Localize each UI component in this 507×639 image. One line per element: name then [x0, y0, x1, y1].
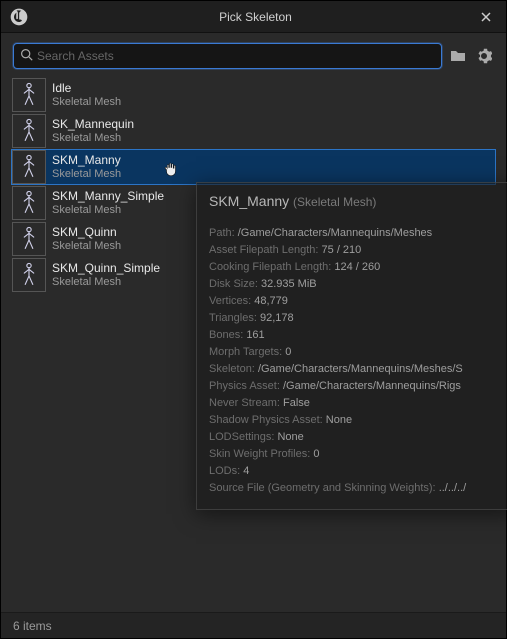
tooltip-value: 92,178 — [260, 312, 294, 324]
asset-type: Skeletal Mesh — [52, 96, 121, 110]
tooltip-key: Skin Weight Profiles: — [209, 448, 310, 460]
asset-thumbnail — [12, 258, 46, 292]
tooltip-key: Source File (Geometry and Skinning Weigh… — [209, 482, 436, 494]
tooltip-key: Triangles: — [209, 312, 257, 324]
tooltip-row: Path: /Game/Characters/Mannequins/Meshes — [209, 225, 503, 242]
tooltip-key: Physics Asset: — [209, 380, 280, 392]
footer: 6 items — [1, 612, 506, 638]
unreal-logo-icon — [9, 7, 29, 27]
tooltip-key: Bones: — [209, 329, 243, 341]
save-folder-button[interactable] — [448, 46, 468, 66]
asset-type: Skeletal Mesh — [52, 168, 121, 182]
tooltip-value: 161 — [246, 329, 264, 341]
close-button[interactable] — [474, 5, 498, 29]
tooltip-key: Skeleton: — [209, 363, 255, 375]
tooltip-row: Vertices: 48,779 — [209, 293, 503, 310]
item-count-label: 6 items — [13, 619, 52, 633]
asset-name: SK_Mannequin — [52, 117, 134, 132]
item-text: SKM_Manny_Simple Skeletal Mesh — [52, 189, 164, 218]
tooltip-key: Never Stream: — [209, 397, 280, 409]
asset-name: SKM_Quinn_Simple — [52, 261, 160, 276]
tooltip-asset-type: (Skeletal Mesh) — [293, 195, 376, 209]
tooltip-key: Path: — [209, 227, 235, 239]
tooltip-value: ../../../ — [439, 482, 467, 494]
tooltip-key: Asset Filepath Length: — [209, 244, 318, 256]
tooltip-value: False — [283, 397, 310, 409]
tooltip-value: /Game/Characters/Mannequins/Rigs — [283, 380, 461, 392]
tooltip-value: None — [277, 431, 303, 443]
asset-name: Idle — [52, 81, 121, 96]
tooltip-row: LODs: 4 — [209, 463, 503, 480]
tooltip-row: Morph Targets: 0 — [209, 344, 503, 361]
tooltip-row: Shadow Physics Asset: None — [209, 412, 503, 429]
settings-button[interactable] — [474, 46, 494, 66]
tooltip-value: /Game/Characters/Mannequins/Meshes/S — [258, 363, 463, 375]
tooltip-row: Cooking Filepath Length: 124 / 260 — [209, 259, 503, 276]
tooltip-value: None — [326, 414, 352, 426]
tooltip-row: Triangles: 92,178 — [209, 310, 503, 327]
asset-thumbnail — [12, 78, 46, 112]
tooltip-title: SKM_Manny (Skeletal Mesh) — [209, 193, 503, 211]
search-field-wrap[interactable] — [13, 43, 442, 69]
tooltip-value: 0 — [285, 346, 291, 358]
tooltip-row: Asset Filepath Length: 75 / 210 — [209, 242, 503, 259]
tooltip-value: 4 — [243, 465, 249, 477]
list-item[interactable]: SK_Mannequin Skeletal Mesh — [11, 113, 496, 149]
tooltip-value: /Game/Characters/Mannequins/Meshes — [238, 227, 432, 239]
asset-type: Skeletal Mesh — [52, 276, 160, 290]
tooltip-key: Morph Targets: — [209, 346, 282, 358]
close-icon — [480, 11, 492, 23]
tooltip-value: 124 / 260 — [334, 261, 380, 273]
asset-thumbnail — [12, 114, 46, 148]
tooltip-value: 0 — [313, 448, 319, 460]
tooltip-key: LODSettings: — [209, 431, 274, 443]
asset-thumbnail — [12, 186, 46, 220]
asset-name: SKM_Manny_Simple — [52, 189, 164, 204]
tooltip-row: Source File (Geometry and Skinning Weigh… — [209, 480, 503, 497]
search-row — [1, 33, 506, 77]
window-title: Pick Skeleton — [37, 10, 474, 24]
asset-name: SKM_Quinn — [52, 225, 121, 240]
asset-thumbnail — [12, 222, 46, 256]
tooltip-key: Cooking Filepath Length: — [209, 261, 331, 273]
tooltip-row: Disk Size: 32.935 MiB — [209, 276, 503, 293]
tooltip-row: LODSettings: None — [209, 429, 503, 446]
tooltip-key: LODs: — [209, 465, 240, 477]
gear-icon — [476, 48, 492, 64]
titlebar: Pick Skeleton — [1, 1, 506, 33]
item-text: Idle Skeletal Mesh — [52, 81, 121, 110]
search-icon — [20, 48, 33, 64]
item-text: SKM_Quinn Skeletal Mesh — [52, 225, 121, 254]
asset-type: Skeletal Mesh — [52, 132, 134, 146]
tooltip-value: 48,779 — [254, 295, 288, 307]
asset-tooltip: SKM_Manny (Skeletal Mesh) Path: /Game/Ch… — [196, 182, 507, 510]
tooltip-row: Bones: 161 — [209, 327, 503, 344]
asset-name: SKM_Manny — [52, 153, 121, 168]
tooltip-key: Vertices: — [209, 295, 251, 307]
tooltip-row: Physics Asset: /Game/Characters/Mannequi… — [209, 378, 503, 395]
tooltip-key: Shadow Physics Asset: — [209, 414, 323, 426]
item-text: SK_Mannequin Skeletal Mesh — [52, 117, 134, 146]
asset-thumbnail — [12, 150, 46, 184]
tooltip-row: Skeleton: /Game/Characters/Mannequins/Me… — [209, 361, 503, 378]
tooltip-value: 32.935 MiB — [261, 278, 317, 290]
search-input[interactable] — [37, 49, 435, 63]
asset-type: Skeletal Mesh — [52, 204, 164, 218]
tooltip-row: Never Stream: False — [209, 395, 503, 412]
tooltip-key: Disk Size: — [209, 278, 258, 290]
item-text: SKM_Quinn_Simple Skeletal Mesh — [52, 261, 160, 290]
item-text: SKM_Manny Skeletal Mesh — [52, 153, 121, 182]
list-item[interactable]: SKM_Manny Skeletal Mesh — [11, 149, 496, 185]
tooltip-value: 75 / 210 — [322, 244, 362, 256]
tooltip-row: Skin Weight Profiles: 0 — [209, 446, 503, 463]
tooltip-asset-name: SKM_Manny — [209, 193, 289, 209]
tooltip-rows: Path: /Game/Characters/Mannequins/Meshes… — [209, 225, 503, 497]
list-item[interactable]: Idle Skeletal Mesh — [11, 77, 496, 113]
folder-icon — [450, 49, 466, 63]
asset-type: Skeletal Mesh — [52, 240, 121, 254]
